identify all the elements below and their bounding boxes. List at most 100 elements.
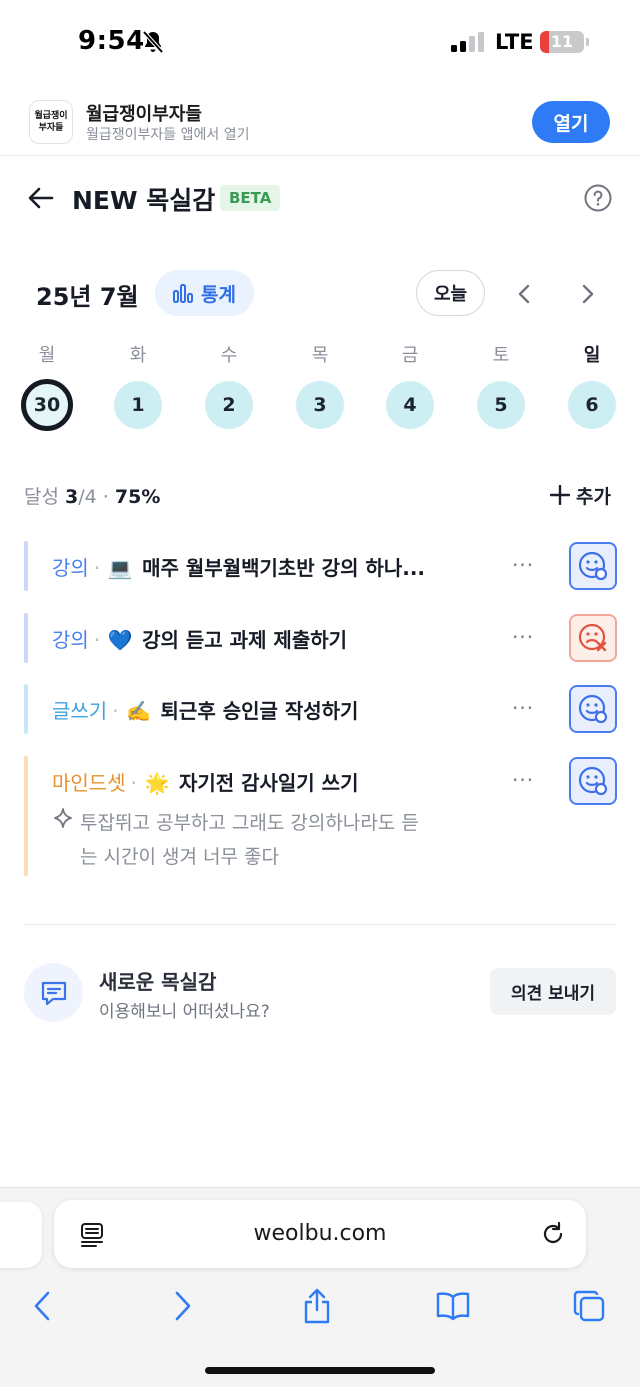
achievement-summary: 달성 3/4 · 75% [24,482,160,509]
tabs-icon [573,1290,605,1322]
status-bar: 9:54 LTE 11 [0,0,640,88]
weekday-thu: 목 [311,345,329,366]
day-5[interactable]: 5 [477,381,525,429]
goal-item[interactable]: 글쓰기 · ✍️ 퇴근후 승인글 작성하기 ··· [24,684,624,734]
feedback-icon-wrap [24,963,83,1022]
goal-dot: · [93,556,101,580]
more-options-icon[interactable]: ··· [512,696,534,720]
goal-item[interactable]: 강의 · 💙 강의 듣고 과제 제출하기 ··· [24,613,624,663]
weekday-fri: 금 [401,345,419,366]
battery-cap [586,38,589,46]
address-bar[interactable]: weolbu.com [54,1200,586,1268]
section-divider [24,924,616,925]
cellular-signal-icon [451,32,484,52]
weekday-mon: 월 [38,345,56,366]
day-3[interactable]: 3 [296,381,344,429]
app-open-banner: 월급쟁이 부자들 월급쟁이부자들 월급쟁이부자들 앱에서 열기 열기 [0,88,640,156]
goal-category-bar [24,756,28,876]
home-indicator [205,1367,435,1374]
day-1[interactable]: 1 [114,381,162,429]
feedback-title: 새로운 목실감 [99,970,217,994]
app-logo: 월급쟁이 부자들 [29,100,73,144]
goal-category: 마인드셋 [52,771,126,795]
day-6[interactable]: 6 [568,381,616,429]
chevron-right-icon[interactable] [574,281,600,307]
open-app-button[interactable]: 열기 [532,101,610,143]
day-30[interactable]: 30 [21,379,73,431]
goal-line: 글쓰기 · ✍️ 퇴근후 승인글 작성하기 [52,695,358,724]
battery-icon: 11 [540,31,584,53]
achievement-total: /4 [78,486,97,508]
goal-item[interactable]: 강의 · 💻 매주 월부월백기초반 강의 하나... ··· [24,541,624,591]
goal-category-bar [24,684,28,734]
more-options-icon[interactable]: ··· [512,553,534,577]
book-icon [436,1292,470,1321]
plus-icon [550,485,570,505]
stats-button[interactable]: 통계 [155,270,254,316]
battery-percent: 11 [550,32,574,51]
weekday-tue: 화 [129,345,147,366]
browser-forward-button[interactable] [162,1286,202,1326]
back-arrow-icon[interactable] [28,186,54,210]
achievement-label: 달성 [24,486,59,508]
bookmarks-button[interactable] [433,1286,473,1326]
goal-note-line2: 는 시간이 생겨 너무 좋다 [80,846,279,868]
smile-check-icon [578,551,608,581]
goal-line: 강의 · 💙 강의 듣고 과제 제출하기 [52,624,347,653]
chevron-right-icon [175,1291,191,1321]
add-goal-button[interactable]: 추가 [550,481,611,509]
beta-badge: BETA [220,185,281,211]
goal-category: 글쓰기 [52,699,108,723]
goal-item[interactable]: 마인드셋 · 🌟 자기전 감사일기 쓰기 ··· 투잡뛰고 공부하고 그래도 강의하… [24,756,624,876]
page-title: NEW 목실감 [72,186,216,215]
goal-status-button[interactable] [569,542,617,590]
goal-line: 강의 · 💻 매주 월부월백기초반 강의 하나... [52,552,425,581]
goal-text: 매주 월부월백기초반 강의 하나... [142,556,426,580]
achievement-percent: 75% [114,486,161,508]
tabs-button[interactable] [569,1286,609,1326]
more-options-icon[interactable]: ··· [512,768,534,792]
url-text: weolbu.com [253,1221,387,1246]
goal-emoji: ✍️ [126,699,152,723]
goal-emoji: 💙 [107,628,133,652]
goal-text: 자기전 감사일기 쓰기 [178,771,359,795]
share-icon [304,1288,330,1324]
share-button[interactable] [297,1286,337,1326]
reader-mode-icon[interactable] [80,1222,104,1248]
goal-dot: · [130,771,137,795]
sad-x-icon [578,623,607,652]
stats-label: 통계 [201,283,236,306]
previous-tab-preview[interactable] [0,1202,42,1268]
goal-category-bar [24,541,28,591]
browser-back-button[interactable] [23,1286,63,1326]
send-feedback-button[interactable]: 의견 보내기 [490,968,616,1015]
today-button[interactable]: 오늘 [416,270,485,316]
weekday-sat: 토 [492,345,510,366]
goal-status-button[interactable] [569,614,617,662]
smile-check-icon [578,694,608,724]
reload-icon[interactable] [540,1221,566,1247]
goal-emoji: 💻 [107,556,133,580]
goal-status-button[interactable] [569,685,617,733]
goal-text: 퇴근후 승인글 작성하기 [160,699,359,723]
chevron-left-icon [34,1291,50,1321]
goal-status-button[interactable] [569,757,617,805]
day-4[interactable]: 4 [386,381,434,429]
bar-chart-icon [173,284,194,303]
bell-off-icon [142,30,164,54]
achievement-done: 3 [65,486,79,508]
more-options-icon[interactable]: ··· [512,625,534,649]
app-name: 월급쟁이부자들 [86,104,202,125]
day-2[interactable]: 2 [205,381,253,429]
goal-dot: · [93,628,101,652]
add-goal-label: 추가 [576,485,611,508]
goal-category: 강의 [52,628,89,652]
help-icon[interactable] [584,184,612,212]
weekday-wed: 수 [220,345,238,366]
status-time: 9:54 [78,26,145,56]
goal-emoji: 🌟 [144,771,170,795]
network-type: LTE [495,30,534,54]
chat-bubble-icon [41,981,66,1005]
chevron-left-icon[interactable] [512,281,538,307]
achievement-separator: · [102,486,109,508]
